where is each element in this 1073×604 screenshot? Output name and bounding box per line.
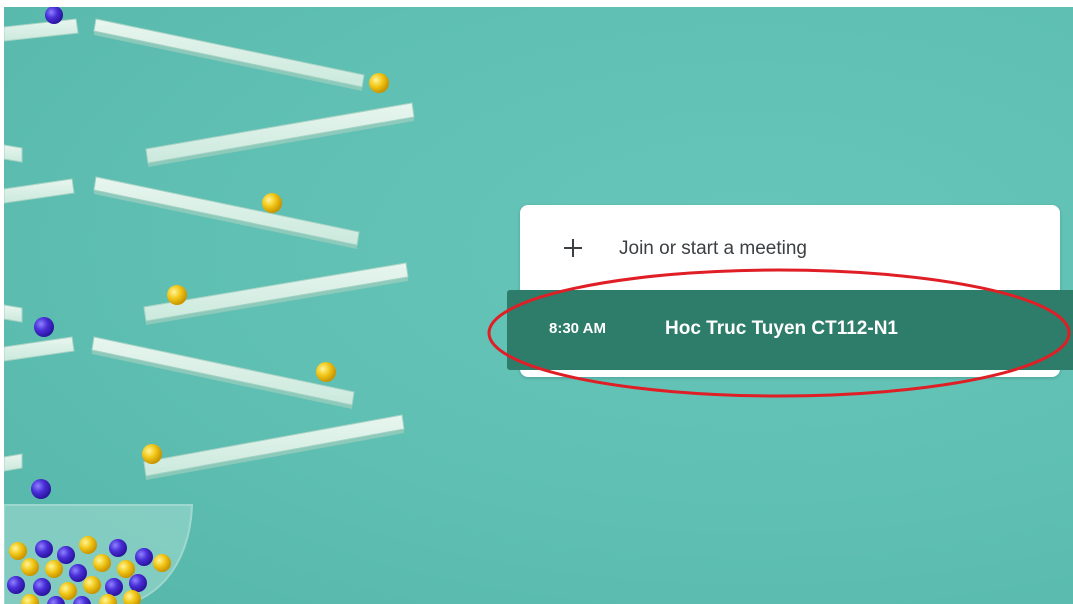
meeting-title: Hoc Truc Tuyen CT112-N1 bbox=[665, 318, 898, 339]
join-label: Join or start a meeting bbox=[619, 238, 807, 259]
meeting-time: 8:30 AM bbox=[549, 320, 606, 337]
plus-icon bbox=[562, 237, 584, 259]
join-or-start-meeting-button[interactable]: Join or start a meeting bbox=[520, 205, 1060, 293]
marble-run-illustration bbox=[4, 7, 415, 604]
scheduled-meeting-item[interactable]: 8:30 AM Hoc Truc Tuyen CT112-N1 bbox=[507, 290, 1073, 370]
